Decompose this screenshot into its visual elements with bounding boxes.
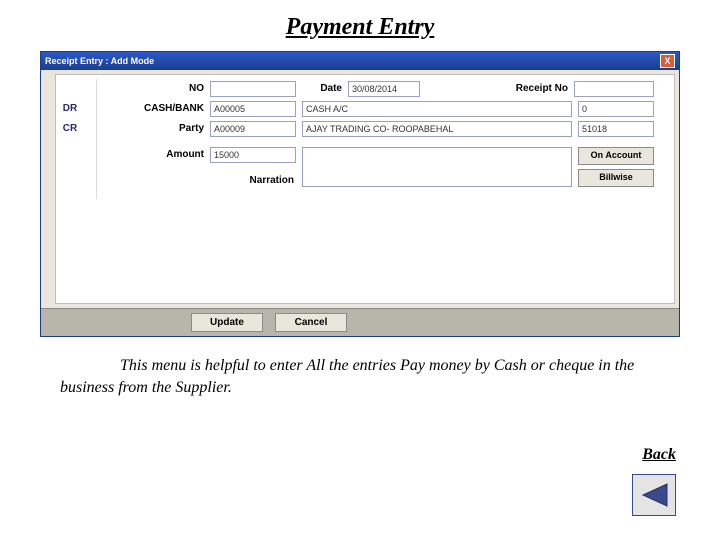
vertical-divider	[96, 79, 97, 199]
input-party-bal	[578, 121, 654, 137]
label-date: Date	[306, 83, 342, 94]
input-amount[interactable]	[210, 147, 296, 163]
close-icon: X	[664, 56, 670, 66]
input-cashbank-code[interactable]	[210, 101, 296, 117]
input-cashbank-name[interactable]	[302, 101, 572, 117]
input-cashbank-bal	[578, 101, 654, 117]
page-title: Payment Entry	[0, 14, 720, 41]
narration-box[interactable]	[302, 147, 572, 187]
label-cashbank: CASH/BANK	[128, 103, 204, 114]
window-client: NO Date Receipt No DR CR CASH/BANK Party…	[41, 70, 679, 336]
label-receipt-no: Receipt No	[504, 83, 568, 94]
update-button[interactable]: Update	[191, 313, 263, 332]
label-amount: Amount	[152, 149, 204, 160]
on-account-button[interactable]: On Account	[578, 147, 654, 165]
label-party: Party	[164, 123, 204, 134]
label-no: NO	[164, 83, 204, 94]
input-party-code[interactable]	[210, 121, 296, 137]
label-narration: Narration	[228, 175, 294, 186]
cancel-button[interactable]: Cancel	[275, 313, 347, 332]
bottom-toolbar: Update Cancel	[41, 308, 679, 336]
billwise-button[interactable]: Billwise	[578, 169, 654, 187]
input-receipt-no[interactable]	[574, 81, 654, 97]
form-panel: NO Date Receipt No DR CR CASH/BANK Party…	[55, 74, 675, 304]
input-no[interactable]	[210, 81, 296, 97]
window-titlebar: Receipt Entry : Add Mode X	[41, 52, 679, 70]
back-link[interactable]: Back	[642, 446, 676, 464]
back-arrow-button[interactable]	[632, 474, 676, 516]
triangle-left-icon	[639, 482, 669, 508]
input-party-name[interactable]	[302, 121, 572, 137]
caption-text: This menu is helpful to enter All the en…	[60, 355, 660, 398]
label-cr: CR	[44, 123, 96, 134]
input-date[interactable]	[348, 81, 420, 97]
label-dr: DR	[44, 103, 96, 114]
close-button[interactable]: X	[660, 54, 675, 68]
window-title: Receipt Entry : Add Mode	[45, 56, 660, 66]
app-window: Receipt Entry : Add Mode X NO Date Recei…	[40, 51, 680, 337]
